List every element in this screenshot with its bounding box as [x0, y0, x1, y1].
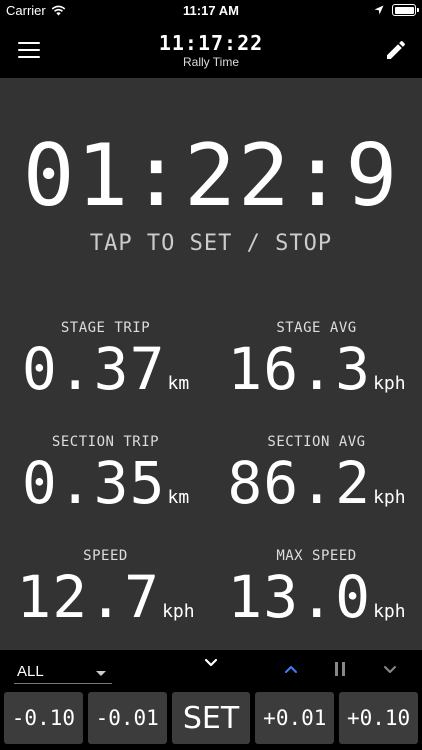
rally-time-clock: 11:17:22 [158, 31, 264, 55]
adjust-buttons: -0.10 -0.01 SET +0.01 +0.10 [4, 692, 418, 744]
minus-0-10-button[interactable]: -0.10 [4, 692, 83, 744]
metric-value: 13.0 [227, 563, 372, 631]
metric-unit: km [167, 487, 190, 508]
metric-label: SECTION TRIP [51, 434, 160, 450]
max-speed-metric: MAX SPEED 13.0 kph [211, 548, 422, 626]
pencil-icon[interactable] [384, 38, 408, 62]
stage-avg-metric: STAGE AVG 16.3 kph [211, 320, 422, 398]
status-bar: Carrier 11:17 AM [0, 0, 422, 22]
set-button[interactable]: SET [171, 692, 251, 744]
plus-0-01-button[interactable]: +0.01 [255, 692, 335, 744]
plus-0-10-button[interactable]: +0.10 [339, 692, 418, 744]
stage-trip-metric: STAGE TRIP 0.37 km [0, 320, 211, 398]
section-trip-metric: SECTION TRIP 0.35 km [0, 434, 211, 512]
speed-metric: SPEED 12.7 kph [0, 548, 211, 626]
metric-label: SECTION AVG [267, 434, 366, 450]
dropdown-caret-icon [96, 671, 106, 676]
metric-label: STAGE TRIP [60, 320, 151, 336]
scope-selector-value: ALL [17, 663, 44, 680]
minus-0-01-button[interactable]: -0.01 [87, 692, 167, 744]
chevron-down-icon[interactable] [379, 660, 401, 678]
location-arrow-icon [374, 5, 384, 15]
rally-time-label: Rally Time [182, 55, 239, 69]
metric-unit: kph [373, 487, 406, 508]
nav-bar: 11:17:22 Rally Time [0, 22, 422, 78]
metric-value: 0.35 [21, 449, 166, 517]
scope-selector[interactable]: ALL [14, 658, 112, 684]
pause-icon[interactable] [329, 660, 351, 678]
main-panel: 01:22:9 TAP TO SET / STOP STAGE TRIP 0.3… [0, 78, 422, 650]
metric-unit: kph [162, 601, 195, 622]
metric-value: 16.3 [227, 335, 372, 403]
status-right [374, 4, 419, 16]
metric-value: 86.2 [227, 449, 372, 517]
metric-label: STAGE AVG [276, 320, 357, 336]
metric-value: 0.37 [21, 335, 166, 403]
metric-unit: kph [373, 373, 406, 394]
metric-unit: kph [373, 601, 406, 622]
chevron-down-icon[interactable] [200, 654, 222, 672]
metric-label: MAX SPEED [276, 548, 357, 564]
stage-timer[interactable]: 01:22:9 [0, 133, 422, 219]
metric-label: SPEED [83, 548, 128, 564]
metric-unit: km [167, 373, 190, 394]
metric-value: 12.7 [16, 563, 161, 631]
bottom-controls: ALL -0.10 -0.01 SET +0.01 +0.10 [0, 650, 422, 750]
status-time: 11:17 AM [183, 3, 239, 18]
chevron-up-icon[interactable] [280, 660, 302, 678]
section-avg-metric: SECTION AVG 86.2 kph [211, 434, 422, 512]
battery-icon [392, 4, 419, 16]
tap-to-set-hint[interactable]: TAP TO SET / STOP [0, 231, 422, 256]
